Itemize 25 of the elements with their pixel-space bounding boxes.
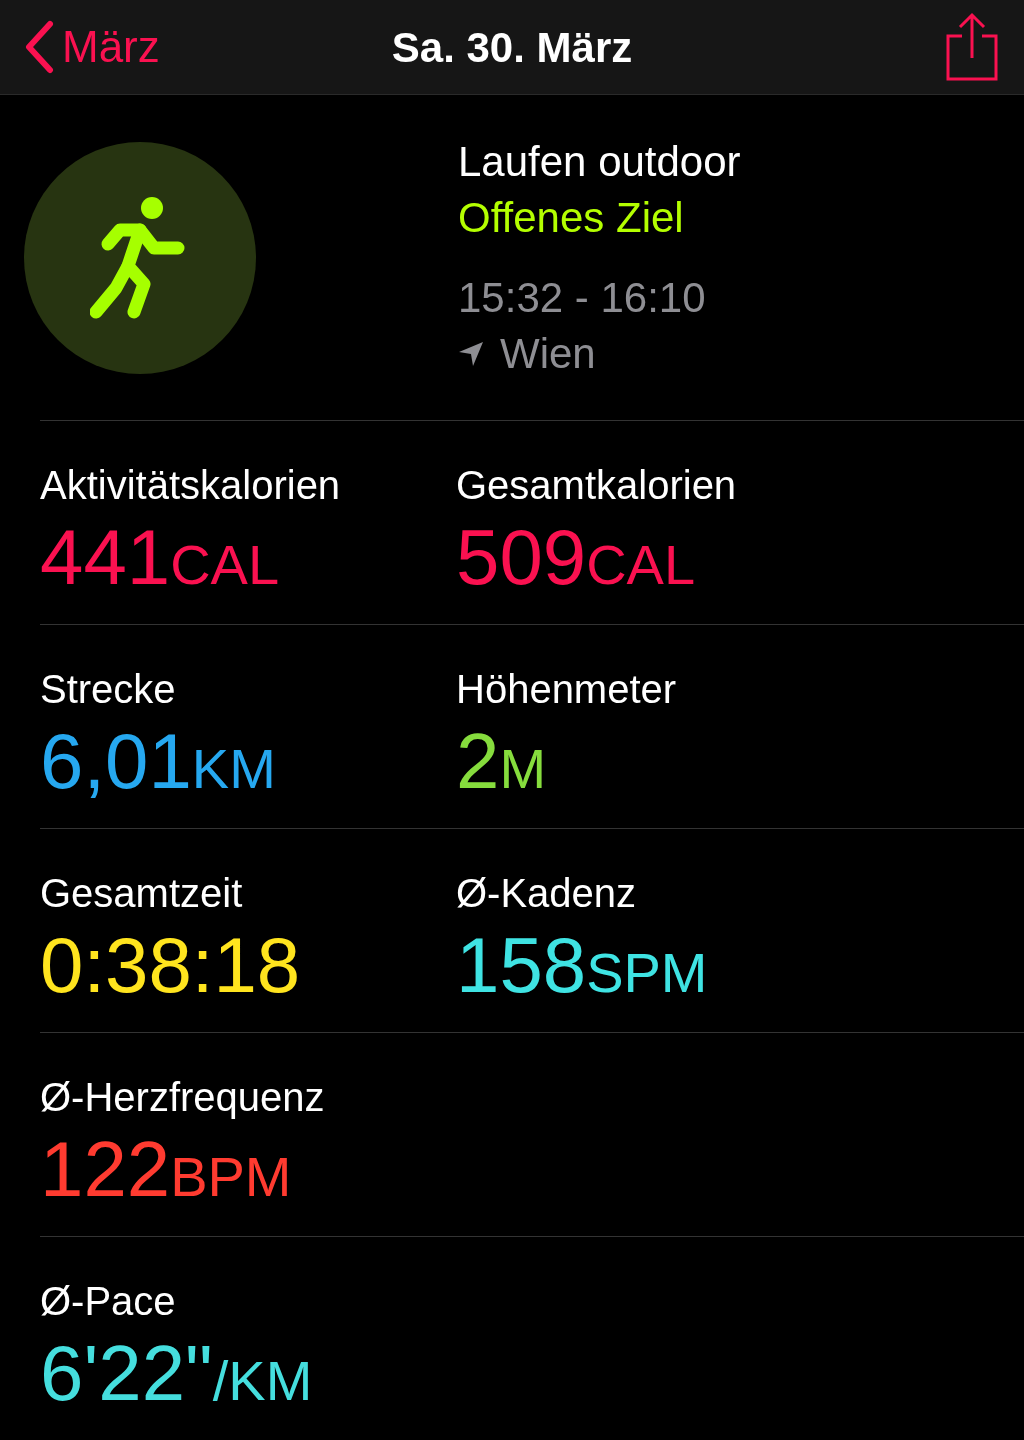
chevron-left-icon <box>24 20 54 74</box>
metric-value: 158SPM <box>456 920 709 1011</box>
metric-label: Gesamtkalorien <box>456 462 738 509</box>
metric-label: Aktivitätskalorien <box>40 462 342 509</box>
metric-label: Strecke <box>40 666 177 713</box>
workout-time: 15:32 - 16:10 <box>458 272 707 323</box>
screen-title: Sa. 30. März <box>391 22 633 73</box>
metric-value: 0:38:18 <box>40 920 302 1011</box>
metric-label: Höhenmeter <box>456 666 678 713</box>
metric-value: 122BPM <box>40 1124 293 1215</box>
metric-label: Ø-Pace <box>40 1278 177 1325</box>
metric-value: 509CAL <box>456 512 697 603</box>
metric-value: 441CAL <box>40 512 281 603</box>
workout-name: Laufen outdoor <box>458 136 741 187</box>
metric-label: Ø-Kadenz <box>456 870 638 917</box>
metric-value: 2M <box>456 716 548 807</box>
share-icon[interactable] <box>944 12 1000 82</box>
workout-goal: Offenes Ziel <box>458 192 685 243</box>
metric-label: Gesamtzeit <box>40 870 244 917</box>
location-arrow-icon <box>458 340 484 367</box>
workout-location: Wien <box>500 328 596 379</box>
metric-value: 6,01KM <box>40 716 277 807</box>
back-button[interactable]: März <box>24 14 160 80</box>
metric-value: 6'22"/KM <box>40 1328 314 1419</box>
metric-label: Ø-Herzfrequenz <box>40 1074 326 1121</box>
